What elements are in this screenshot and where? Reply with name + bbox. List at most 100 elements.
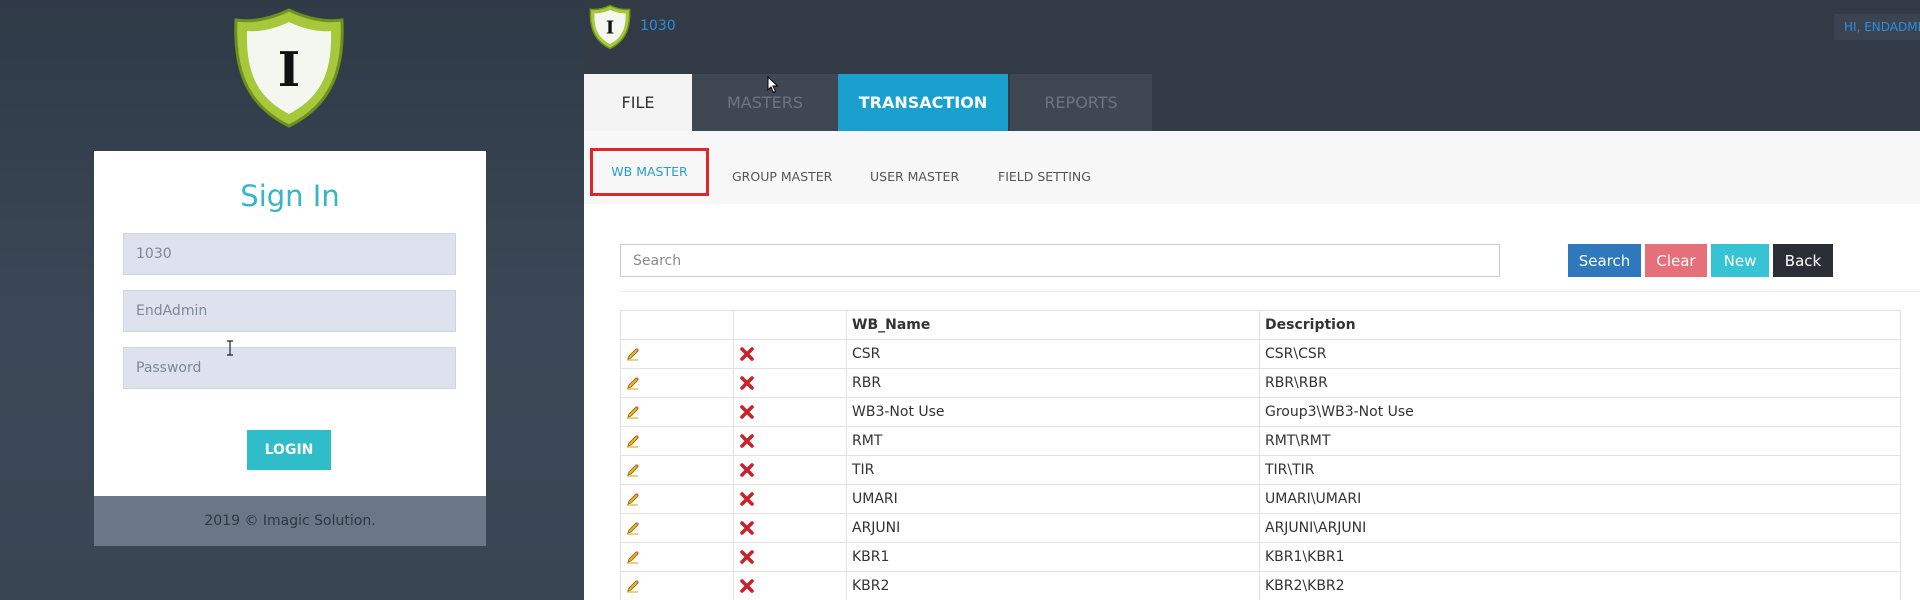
column-header-wb-name: WB_Name: [846, 310, 1260, 340]
delete-x-icon[interactable]: [739, 404, 755, 420]
table-row: UMARI UMARI\UMARI: [620, 484, 1901, 514]
table-row: RBR RBR\RBR: [620, 368, 1901, 398]
pencil-icon[interactable]: [626, 492, 640, 506]
wb-name-cell: ARJUNI: [846, 513, 1260, 543]
table-row: KBR2 KBR2\KBR2: [620, 571, 1901, 600]
delete-x-icon[interactable]: [739, 433, 755, 449]
description-cell: KBR2\KBR2: [1259, 571, 1901, 600]
delete-cell[interactable]: [733, 542, 847, 572]
edit-cell[interactable]: [620, 484, 734, 514]
pencil-icon[interactable]: [626, 521, 640, 535]
description-cell: TIR\TIR: [1259, 455, 1901, 485]
delete-cell[interactable]: [733, 484, 847, 514]
pencil-icon[interactable]: [626, 579, 640, 593]
text-cursor-icon: [227, 340, 233, 356]
pencil-icon[interactable]: [626, 405, 640, 419]
edit-cell[interactable]: [620, 571, 734, 600]
subtab-wb-master[interactable]: WB MASTER: [590, 148, 709, 196]
signin-title: Sign In: [240, 179, 340, 213]
tab-transaction[interactable]: TRANSACTION: [838, 74, 1008, 131]
edit-cell[interactable]: [620, 542, 734, 572]
column-header-description: Description: [1259, 310, 1901, 340]
svg-text:I: I: [606, 18, 614, 39]
edit-cell[interactable]: [620, 455, 734, 485]
delete-cell[interactable]: [733, 426, 847, 456]
edit-cell[interactable]: [620, 513, 734, 543]
description-cell: CSR\CSR: [1259, 339, 1901, 369]
search-button[interactable]: Search: [1568, 244, 1641, 277]
description-cell: KBR1\KBR1: [1259, 542, 1901, 572]
login-button[interactable]: LOGIN: [247, 430, 331, 470]
description-cell: RBR\RBR: [1259, 368, 1901, 398]
top-bar: I 1030 HI, ENDADMIN FILE MASTERS TRANSAC…: [584, 0, 1920, 131]
back-button[interactable]: Back: [1773, 244, 1833, 277]
wb-name-cell: TIR: [846, 455, 1260, 485]
login-footer: 2019 © Imagic Solution.: [94, 496, 486, 546]
subtab-group-master[interactable]: GROUP MASTER: [732, 153, 832, 201]
user-greeting[interactable]: HI, ENDADMIN: [1834, 14, 1920, 40]
new-button[interactable]: New: [1711, 244, 1769, 277]
description-cell: Group3\WB3-Not Use: [1259, 397, 1901, 427]
pencil-icon[interactable]: [626, 376, 640, 390]
tab-file[interactable]: FILE: [584, 74, 692, 131]
wb-name-cell: WB3-Not Use: [846, 397, 1260, 427]
pencil-icon[interactable]: [626, 463, 640, 477]
pencil-icon[interactable]: [626, 347, 640, 361]
sub-navigation: WB MASTER GROUP MASTER USER MASTER FIELD…: [584, 131, 1920, 204]
delete-x-icon[interactable]: [739, 491, 755, 507]
delete-cell[interactable]: [733, 339, 847, 369]
column-header-delete: [733, 310, 847, 340]
mouse-pointer-icon: [767, 76, 779, 94]
tab-reports[interactable]: REPORTS: [1010, 74, 1152, 131]
table-header-row: WB_Name Description: [620, 310, 1901, 340]
delete-cell[interactable]: [733, 397, 847, 427]
column-header-edit: [620, 310, 734, 340]
table-row: CSR CSR\CSR: [620, 339, 1901, 369]
description-cell: RMT\RMT: [1259, 426, 1901, 456]
delete-cell[interactable]: [733, 513, 847, 543]
shield-logo-icon: I: [589, 4, 631, 50]
wb-name-cell: RBR: [846, 368, 1260, 398]
clear-button[interactable]: Clear: [1645, 244, 1707, 277]
company-code: 1030: [640, 18, 676, 34]
delete-x-icon[interactable]: [739, 520, 755, 536]
table-row: TIR TIR\TIR: [620, 455, 1901, 485]
search-input[interactable]: [620, 244, 1500, 277]
tab-masters[interactable]: MASTERS: [692, 74, 838, 131]
shield-logo-icon: I: [234, 8, 344, 128]
table-row: KBR1 KBR1\KBR1: [620, 542, 1901, 572]
edit-cell[interactable]: [620, 339, 734, 369]
wb-master-table: WB_Name Description CSR CSR\CSR RBR RBR\…: [620, 310, 1901, 600]
edit-cell[interactable]: [620, 368, 734, 398]
wb-name-cell: RMT: [846, 426, 1260, 456]
login-pane: I Sign In LOGIN 2019 © Imagic Solution.: [0, 0, 584, 600]
wb-name-cell: UMARI: [846, 484, 1260, 514]
edit-cell[interactable]: [620, 426, 734, 456]
username-input[interactable]: [123, 290, 456, 332]
delete-x-icon[interactable]: [739, 375, 755, 391]
subtab-user-master[interactable]: USER MASTER: [870, 153, 959, 201]
pencil-icon[interactable]: [626, 434, 640, 448]
table-row: WB3-Not Use Group3\WB3-Not Use: [620, 397, 1901, 427]
divider: [620, 291, 1920, 292]
delete-cell[interactable]: [733, 368, 847, 398]
svg-text:I: I: [278, 42, 300, 98]
description-cell: UMARI\UMARI: [1259, 484, 1901, 514]
wb-name-cell: CSR: [846, 339, 1260, 369]
delete-x-icon[interactable]: [739, 346, 755, 362]
password-input[interactable]: [123, 347, 456, 389]
main-tabs: FILE MASTERS TRANSACTION REPORTS: [584, 74, 1152, 131]
subtab-field-setting[interactable]: FIELD SETTING: [998, 153, 1091, 201]
login-card: Sign In LOGIN: [94, 151, 486, 496]
delete-cell[interactable]: [733, 571, 847, 600]
delete-cell[interactable]: [733, 455, 847, 485]
description-cell: ARJUNI\ARJUNI: [1259, 513, 1901, 543]
delete-x-icon[interactable]: [739, 578, 755, 594]
delete-x-icon[interactable]: [739, 462, 755, 478]
table-row: ARJUNI ARJUNI\ARJUNI: [620, 513, 1901, 543]
pencil-icon[interactable]: [626, 550, 640, 564]
wb-name-cell: KBR2: [846, 571, 1260, 600]
delete-x-icon[interactable]: [739, 549, 755, 565]
company-code-input[interactable]: [123, 233, 456, 275]
edit-cell[interactable]: [620, 397, 734, 427]
